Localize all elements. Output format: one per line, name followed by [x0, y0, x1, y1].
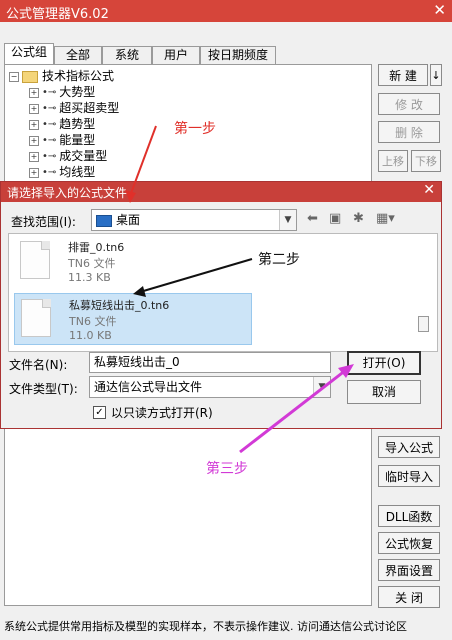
cancel-button[interactable]: 取消: [347, 380, 421, 404]
status-bar: 系统公式提供常用指标及模型的实现样本，不表示操作建议. 访问通达信公式讨论区: [0, 614, 452, 640]
desktop-icon: [96, 214, 112, 227]
dll-function-button[interactable]: DLL函数: [378, 505, 440, 527]
tree-item-label: 超买超卖型: [59, 101, 120, 115]
file-type: TN6 文件: [69, 315, 117, 328]
delete-button[interactable]: 删 除: [378, 121, 440, 143]
status-text: 系统公式提供常用指标及模型的实现样本，不表示操作建议. 访问通达信公式讨论区: [4, 620, 407, 633]
tree-item[interactable]: + •⊸ 成交量型: [29, 148, 107, 164]
file-name: 私募短线出击_0.tn6: [69, 299, 170, 312]
key-icon: •⊸: [42, 134, 57, 146]
step2-annotation: 第二步: [258, 252, 300, 268]
window-close-icon[interactable]: ✕: [433, 1, 446, 19]
tree-item-label: 均线型: [59, 165, 96, 179]
key-icon: •⊸: [42, 118, 57, 130]
file-type: TN6 文件: [68, 257, 116, 270]
move-up-button[interactable]: 上移: [378, 150, 408, 172]
key-icon: •⊸: [42, 150, 57, 162]
formula-restore-button[interactable]: 公式恢复: [378, 532, 440, 554]
tab-formula-group[interactable]: 公式组: [4, 43, 54, 65]
file-size: 11.3 KB: [68, 271, 111, 284]
key-icon: •⊸: [42, 166, 57, 178]
up-folder-icon[interactable]: ▣: [329, 211, 341, 226]
tree-item[interactable]: + •⊸ 大势型: [29, 84, 95, 100]
dialog-close-icon[interactable]: ✕: [423, 182, 435, 198]
close-button[interactable]: 关 闭: [378, 586, 440, 608]
back-icon[interactable]: ⬅: [307, 211, 318, 226]
filetype-label: 文件类型(T):: [9, 382, 78, 396]
lookin-combo[interactable]: 桌面 ▼: [91, 209, 297, 231]
file-item[interactable]: 排雷_0.tn6 TN6 文件 11.3 KB: [14, 236, 252, 288]
filetype-value: 通达信公式导出文件: [94, 380, 203, 394]
new-folder-icon[interactable]: ✱: [353, 211, 364, 226]
tree-root[interactable]: − 技术指标公式: [9, 68, 114, 84]
lookin-label: 查找范围(I):: [11, 215, 76, 229]
readonly-checkbox[interactable]: ✓: [93, 406, 106, 419]
file-item-selected[interactable]: 私募短线出击_0.tn6 TN6 文件 11.0 KB: [14, 293, 252, 345]
file-size: 11.0 KB: [69, 329, 112, 342]
expand-icon[interactable]: +: [29, 167, 39, 178]
new-button[interactable]: 新 建: [378, 64, 428, 86]
expand-icon[interactable]: +: [29, 87, 39, 98]
import-file-dialog: 请选择导入的公式文件 ✕ 查找范围(I): 桌面 ▼ ⬅ ▣ ✱ ▦▾ 排雷_0…: [0, 181, 442, 429]
tree-item[interactable]: + •⊸ 趋势型: [29, 116, 95, 132]
tree-item-label: 能量型: [59, 133, 96, 147]
key-icon: •⊸: [42, 102, 57, 114]
window-title: 公式管理器V6.02: [6, 7, 109, 22]
temp-import-button[interactable]: 临时导入: [378, 465, 440, 487]
readonly-label: 以只读方式打开(R): [111, 406, 213, 420]
filename-label: 文件名(N):: [9, 358, 68, 372]
move-down-button[interactable]: 下移: [411, 150, 441, 172]
folder-icon: [22, 70, 38, 83]
tree-root-label: 技术指标公式: [42, 69, 115, 83]
tree-item[interactable]: + •⊸ 超买超卖型: [29, 100, 119, 116]
filetype-select[interactable]: 通达信公式导出文件 ▼: [89, 376, 331, 398]
tab-by-date-frequency[interactable]: 按日期频度: [200, 46, 276, 64]
expand-icon[interactable]: +: [29, 135, 39, 146]
expand-icon[interactable]: +: [29, 151, 39, 162]
ui-settings-button[interactable]: 界面设置: [378, 559, 440, 581]
key-icon: •⊸: [42, 86, 57, 98]
chevron-down-icon[interactable]: ▼: [313, 377, 330, 397]
file-name: 排雷_0.tn6: [68, 241, 125, 254]
tree-item-label: 趋势型: [59, 117, 96, 131]
tree-item-label: 大势型: [59, 85, 96, 99]
dialog-title: 请选择导入的公式文件: [7, 186, 128, 200]
open-button[interactable]: 打开(O): [347, 351, 421, 375]
modify-button[interactable]: 修 改: [378, 93, 440, 115]
file-list: 排雷_0.tn6 TN6 文件 11.3 KB 私募短线出击_0.tn6 TN6…: [8, 233, 438, 352]
step3-annotation: 第三步: [206, 461, 248, 477]
expand-icon[interactable]: +: [29, 119, 39, 130]
tab-system[interactable]: 系统: [102, 46, 152, 64]
file-icon: [21, 299, 51, 337]
tab-user[interactable]: 用户: [152, 46, 200, 64]
tree-item[interactable]: + •⊸ 能量型: [29, 132, 95, 148]
window-titlebar: 公式管理器V6.02 ✕: [0, 0, 452, 22]
tab-all[interactable]: 全部: [54, 46, 102, 64]
file-icon: [20, 241, 50, 279]
tree-item-label: 成交量型: [59, 149, 108, 163]
lookin-value: 桌面: [116, 213, 141, 227]
dialog-titlebar: 请选择导入的公式文件 ✕: [1, 182, 441, 202]
import-formula-button[interactable]: 导入公式: [378, 436, 440, 458]
tree-item[interactable]: + •⊸ 均线型: [29, 164, 95, 180]
chevron-down-icon[interactable]: ▼: [279, 210, 296, 230]
step1-annotation: 第一步: [174, 121, 216, 137]
collapse-icon[interactable]: −: [9, 71, 19, 82]
filename-input[interactable]: 私募短线出击_0: [89, 352, 331, 373]
scrollbar-thumb[interactable]: [418, 316, 429, 332]
expand-icon[interactable]: +: [29, 103, 39, 114]
view-menu-icon[interactable]: ▦▾: [376, 211, 395, 226]
new-dropdown-icon[interactable]: ↓: [430, 64, 442, 86]
